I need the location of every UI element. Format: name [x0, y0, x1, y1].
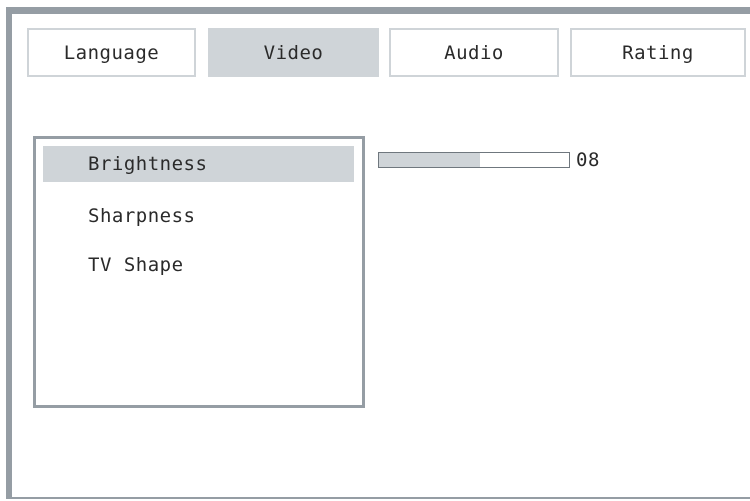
tab-language-label: Language	[63, 41, 160, 64]
menu-item-sharpness[interactable]: Sharpness	[43, 198, 354, 234]
brightness-slider-fill	[379, 153, 480, 167]
tab-video[interactable]: Video	[208, 28, 379, 77]
video-settings-menu: Brightness Sharpness TV Shape	[33, 136, 365, 408]
menu-item-tv-shape-label: TV Shape	[88, 254, 184, 276]
menu-item-brightness-label: Brightness	[88, 153, 208, 175]
tab-video-label: Video	[263, 41, 324, 64]
tab-language[interactable]: Language	[27, 28, 196, 77]
menu-item-sharpness-label: Sharpness	[88, 205, 196, 227]
tab-rating-label: Rating	[622, 41, 694, 64]
tab-audio-label: Audio	[444, 41, 504, 64]
brightness-slider[interactable]	[378, 152, 570, 168]
menu-item-tv-shape[interactable]: TV Shape	[43, 247, 354, 283]
menu-item-brightness[interactable]: Brightness	[43, 146, 354, 182]
brightness-value: 08	[576, 149, 600, 171]
tab-rating[interactable]: Rating	[570, 28, 746, 77]
tab-audio[interactable]: Audio	[389, 28, 559, 77]
